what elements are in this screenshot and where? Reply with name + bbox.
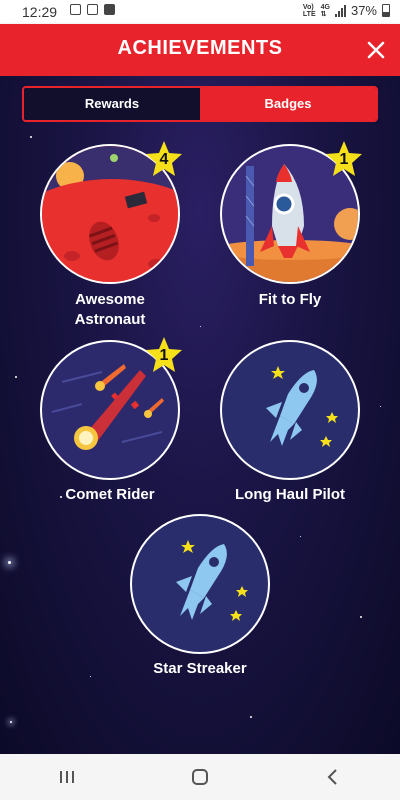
page-title: ACHIEVEMENTS (117, 37, 283, 59)
back-icon (327, 769, 338, 785)
badge-label: Comet Rider (65, 486, 155, 503)
home-button[interactable] (180, 762, 220, 792)
tab-badges[interactable]: Badges (200, 88, 376, 120)
message-notification-icon (87, 4, 98, 15)
status-time: 12:29 (22, 4, 58, 20)
back-button[interactable] (313, 762, 353, 792)
badge-count: 4 (144, 139, 184, 179)
close-icon (367, 41, 385, 59)
status-bar: 12:29 Vo) LTE 4G ⇅ 37% (0, 0, 400, 24)
badge-label: Long Haul Pilot (235, 486, 345, 503)
recents-icon (59, 771, 74, 783)
recents-button[interactable] (47, 762, 87, 792)
battery-icon (382, 4, 390, 17)
download-notification-icon (104, 4, 115, 15)
badge-label: Star Streaker (153, 660, 247, 677)
badge-label: Fit to Fly (258, 291, 322, 308)
rocket-icon (266, 366, 338, 447)
battery-percent: 37% (350, 3, 377, 18)
close-button[interactable] (362, 36, 390, 64)
rocket-icon (176, 540, 248, 621)
badge-label: Awesome Astronaut (74, 291, 146, 328)
app-header: ACHIEVEMENTS (0, 24, 400, 76)
home-icon (191, 769, 208, 785)
badge-awesome-astronaut[interactable]: 4 (40, 141, 182, 284)
status-right: Vo) LTE 4G ⇅ 37% (303, 3, 390, 18)
gallery-notification-icon (70, 4, 81, 15)
notification-icons (70, 4, 115, 15)
badge-count: 1 (144, 335, 184, 375)
badge-comet-rider[interactable]: 1 (40, 337, 182, 480)
space-background: Rewards Badges 4 Awesome Astronaut 1 Fit… (0, 76, 400, 754)
tab-bar: Rewards Badges (22, 86, 378, 122)
signal-icon (334, 4, 346, 17)
system-nav-bar (0, 754, 400, 800)
tab-rewards[interactable]: Rewards (24, 88, 200, 120)
net-type-indicator: 4G ⇅ (320, 3, 330, 18)
volte-indicator: Vo) LTE (302, 3, 316, 18)
badge-star-streaker[interactable] (130, 514, 270, 654)
badge-fit-to-fly[interactable]: 1 (220, 141, 362, 284)
badge-count: 1 (324, 139, 364, 179)
badge-long-haul-pilot[interactable] (220, 340, 360, 480)
